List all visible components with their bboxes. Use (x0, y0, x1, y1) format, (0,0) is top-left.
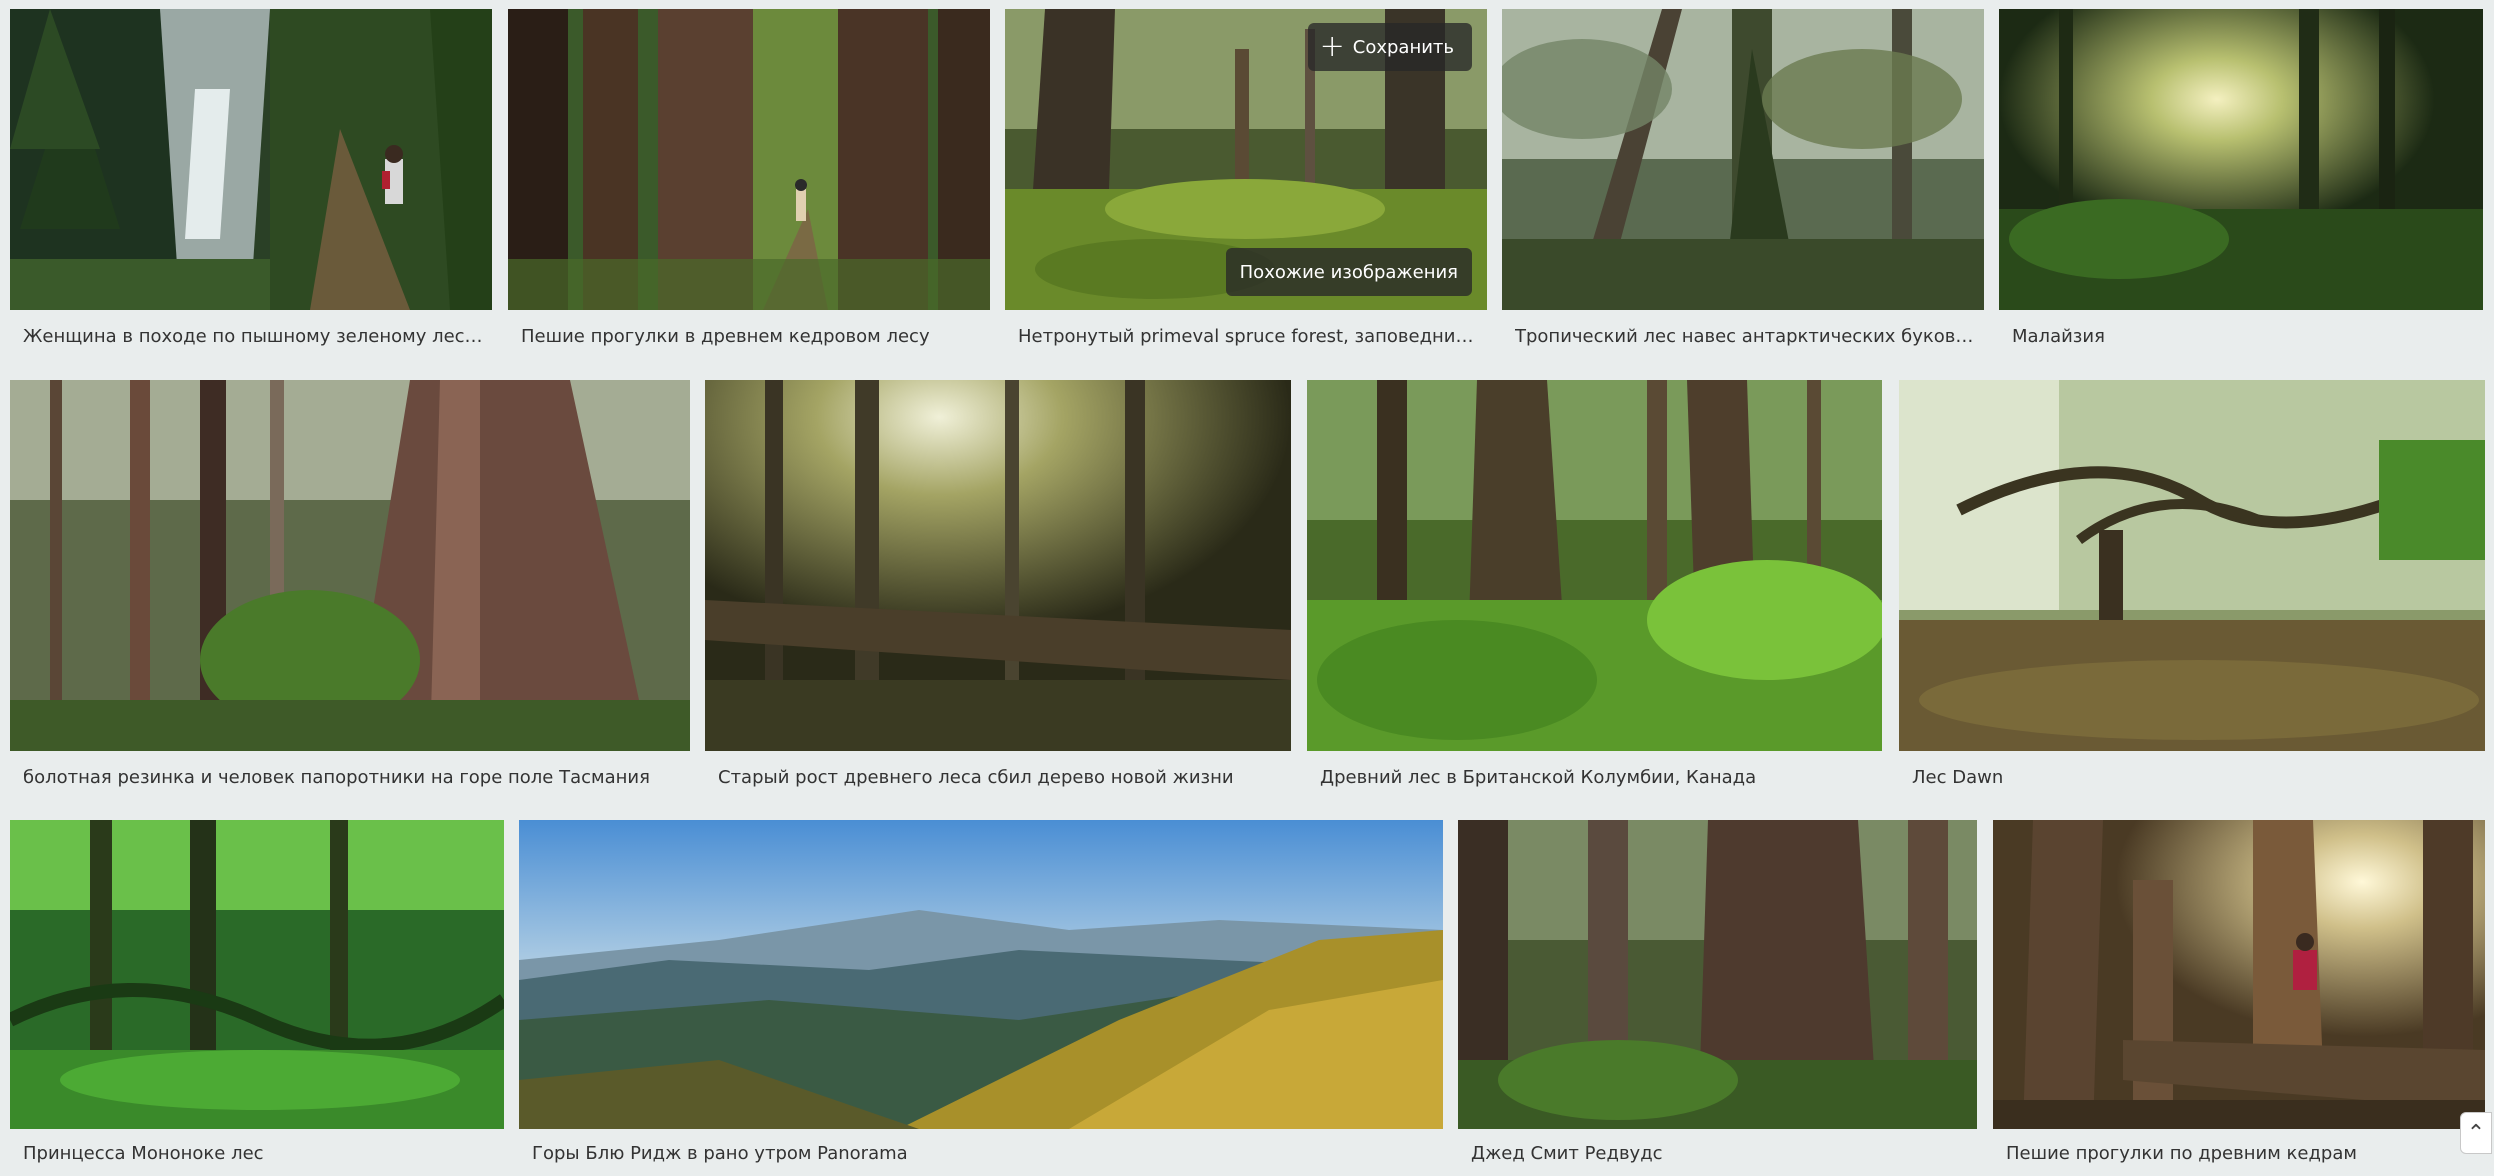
image-caption[interactable]: Пешие прогулки в древнем кедровом лесу (521, 325, 982, 349)
thumbnail-image[interactable] (519, 820, 1443, 1129)
gallery-tile[interactable]: Пешие прогулки в древнем кедровом лесу (508, 9, 990, 359)
image-caption[interactable]: Джед Смит Редвудс (1471, 1142, 1969, 1166)
thumbnail-image[interactable] (1993, 820, 2485, 1129)
thumbnail-image[interactable] (1502, 9, 1984, 310)
image-caption[interactable]: Пешие прогулки по древним кедрам (2006, 1142, 2477, 1166)
gallery-tile[interactable]: Джед Смит Редвудс (1458, 820, 1977, 1176)
image-caption[interactable]: Принцесса Мононоке лес (23, 1142, 496, 1166)
image-caption[interactable]: Малайзия (2012, 325, 2475, 349)
thumbnail-image[interactable] (10, 820, 504, 1129)
thumbnail-image[interactable] (1458, 820, 1977, 1129)
image-caption[interactable]: Нетронутый primeval spruce forest, запов… (1018, 325, 1479, 349)
thumbnail-image[interactable] (1899, 380, 2485, 751)
image-caption[interactable]: болотная резинка и человек папоротники н… (23, 766, 682, 790)
gallery-tile[interactable]: Принцесса Мононоке лес (10, 820, 504, 1176)
similar-label: Похожие изображения (1239, 261, 1458, 283)
image-caption[interactable]: Тропический лес навес антарктических бук… (1515, 325, 1976, 349)
gallery-tile[interactable]: Лес Dawn (1899, 380, 2485, 790)
thumbnail-image[interactable] (1999, 9, 2483, 310)
thumbnail-image[interactable] (508, 9, 990, 310)
gallery-tile[interactable]: Пешие прогулки по древним кедрам (1993, 820, 2485, 1176)
image-caption[interactable]: Старый рост древнего леса сбил дерево но… (718, 766, 1283, 790)
similar-images-button[interactable]: Похожие изображения (1225, 248, 1472, 296)
thumbnail-image[interactable] (10, 380, 690, 751)
image-caption[interactable]: Женщина в походе по пышному зеленому лес… (23, 325, 484, 349)
chevron-up-icon: ⌃ (2466, 1120, 2486, 1146)
gallery-tile[interactable]: Древний лес в Британской Колумбии, Канад… (1307, 380, 1882, 790)
plus-icon: + (1319, 29, 1345, 64)
gallery-tile[interactable]: Горы Блю Ридж в рано утром Panorama (519, 820, 1443, 1176)
image-caption[interactable]: Лес Dawn (1912, 766, 2477, 790)
gallery-tile[interactable]: Малайзия (1999, 9, 2483, 359)
scroll-to-top-button[interactable]: ⌃ (2460, 1112, 2492, 1154)
thumbnail-image[interactable] (705, 380, 1291, 751)
save-button[interactable]: + Сохранить (1307, 23, 1472, 71)
gallery-tile[interactable]: Женщина в походе по пышному зеленому лес… (10, 9, 492, 359)
image-caption[interactable]: Горы Блю Ридж в рано утром Panorama (532, 1142, 1435, 1166)
thumbnail-image[interactable]: + Сохранить Похожие изображения (1005, 9, 1487, 310)
image-gallery: Женщина в походе по пышному зеленому лес… (0, 0, 2494, 1176)
gallery-tile[interactable]: болотная резинка и человек папоротники н… (10, 380, 690, 790)
thumbnail-image[interactable] (10, 9, 492, 310)
gallery-tile[interactable]: Тропический лес навес антарктических бук… (1502, 9, 1984, 359)
thumbnail-image[interactable] (1307, 380, 1882, 751)
image-caption[interactable]: Древний лес в Британской Колумбии, Канад… (1320, 766, 1874, 790)
save-label: Сохранить (1352, 36, 1454, 58)
gallery-tile[interactable]: Старый рост древнего леса сбил дерево но… (705, 380, 1291, 790)
gallery-tile[interactable]: + Сохранить Похожие изображения Нетронут… (1005, 9, 1487, 359)
